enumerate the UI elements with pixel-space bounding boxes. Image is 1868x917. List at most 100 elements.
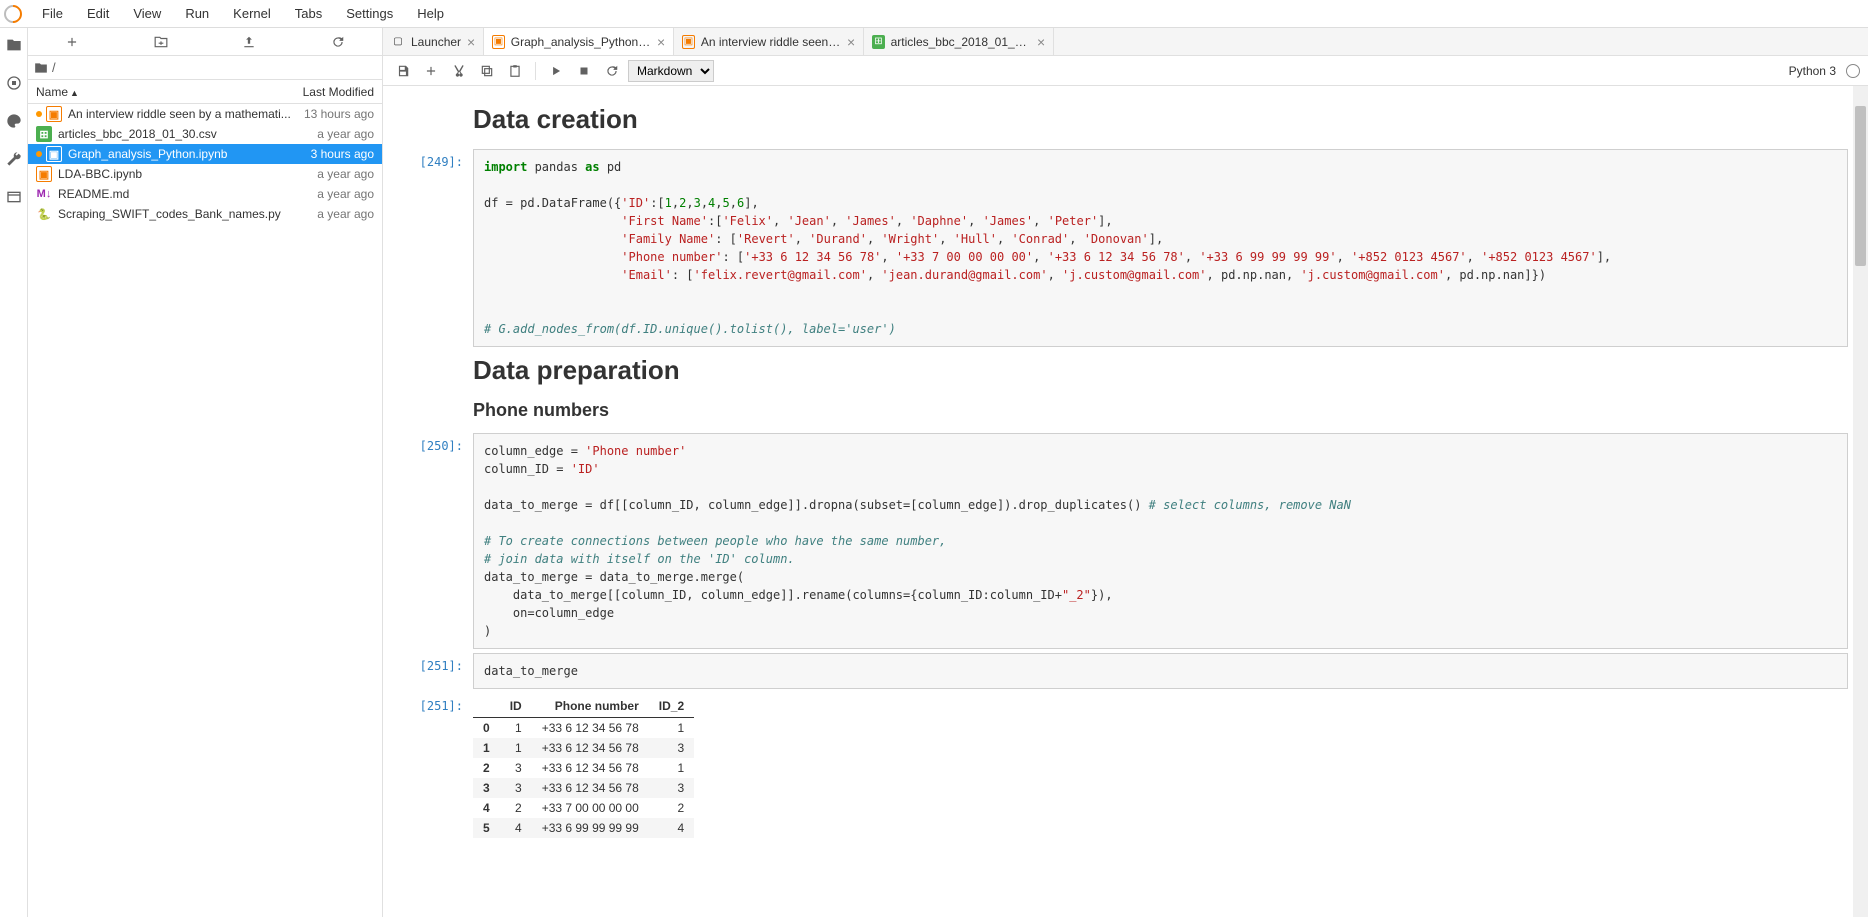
menu-tabs[interactable]: Tabs: [285, 2, 332, 25]
launcher-icon: ▢: [391, 35, 405, 49]
sort-asc-icon: ▲: [70, 88, 79, 98]
heading-data-preparation: Data preparation: [473, 355, 1848, 386]
code-cell[interactable]: [249]: import pandas as pd df = pd.DataF…: [403, 149, 1848, 347]
folder-icon: [34, 61, 48, 75]
code-input[interactable]: import pandas as pd df = pd.DataFrame({'…: [473, 149, 1848, 347]
file-list-header[interactable]: Name▲ Last Modified: [28, 80, 382, 104]
insert-cell-button[interactable]: [419, 59, 443, 83]
menu-view[interactable]: View: [123, 2, 171, 25]
tab[interactable]: ▢ Launcher ×: [383, 28, 484, 55]
table-row: 01+33 6 12 34 56 781: [473, 718, 694, 739]
input-prompt: [250]:: [403, 433, 473, 649]
file-modified: a year ago: [309, 127, 374, 141]
close-icon[interactable]: ×: [847, 34, 855, 50]
file-name: Scraping_SWIFT_codes_Bank_names.py: [58, 207, 309, 221]
interrupt-button[interactable]: [572, 59, 596, 83]
file-modified: 3 hours ago: [303, 147, 374, 161]
menu-help[interactable]: Help: [407, 2, 454, 25]
header-name: Name: [36, 85, 68, 99]
notebook-body[interactable]: Data creation [249]: import pandas as pd…: [383, 86, 1868, 917]
tab-label: Graph_analysis_Python.ipynb: [511, 35, 651, 49]
table-header: ID: [500, 695, 532, 718]
tabs-icon[interactable]: [5, 188, 23, 206]
md-icon: M↓: [36, 186, 52, 202]
upload-button[interactable]: [205, 28, 294, 55]
menu-bar: File Edit View Run Kernel Tabs Settings …: [0, 0, 1868, 28]
kernel-status-icon[interactable]: [1846, 64, 1860, 78]
file-row[interactable]: M↓README.mda year ago: [28, 184, 382, 204]
breadcrumb-root: /: [52, 60, 56, 75]
table-header: Phone number: [532, 695, 649, 718]
table-row: 54+33 6 99 99 99 994: [473, 818, 694, 838]
refresh-button[interactable]: [294, 28, 383, 55]
new-folder-button[interactable]: [117, 28, 206, 55]
notebook-icon: ▣: [682, 35, 695, 49]
table-row: 33+33 6 12 34 56 783: [473, 778, 694, 798]
file-name: README.md: [58, 187, 309, 201]
heading-phone-numbers: Phone numbers: [473, 400, 1848, 421]
close-icon[interactable]: ×: [657, 34, 665, 50]
file-name: An interview riddle seen by a mathemati.…: [68, 107, 296, 121]
scrollbar[interactable]: [1853, 86, 1868, 917]
tab[interactable]: ⊞articles_bbc_2018_01_30.csv×: [864, 28, 1054, 55]
scrollbar-thumb[interactable]: [1855, 106, 1866, 266]
tab[interactable]: ▣ Graph_analysis_Python.ipynb ×: [484, 28, 674, 55]
file-modified: a year ago: [309, 167, 374, 181]
nb-icon: ▣: [46, 106, 62, 122]
code-input[interactable]: data_to_merge: [473, 653, 1848, 689]
close-icon[interactable]: ×: [467, 34, 475, 50]
palette-icon[interactable]: [5, 112, 23, 130]
code-cell[interactable]: [251]: data_to_merge: [403, 653, 1848, 689]
file-name: Graph_analysis_Python.ipynb: [68, 147, 303, 161]
menu-settings[interactable]: Settings: [336, 2, 403, 25]
tab-label: An interview riddle seen by …: [701, 35, 841, 49]
file-row[interactable]: ▣ Graph_analysis_Python.ipynb3 hours ago: [28, 144, 382, 164]
nb-icon: ▣: [46, 146, 62, 162]
output-cell: [251]: IDPhone numberID_201+33 6 12 34 5…: [403, 693, 1848, 838]
cut-button[interactable]: [447, 59, 471, 83]
running-dot-icon: [36, 111, 42, 117]
new-launcher-button[interactable]: [28, 28, 117, 55]
notebook-toolbar: Markdown Python 3: [383, 56, 1868, 86]
file-row[interactable]: ▣ An interview riddle seen by a mathemati…: [28, 104, 382, 124]
file-name: LDA-BBC.ipynb: [58, 167, 309, 181]
running-icon[interactable]: [5, 74, 23, 92]
input-prompt: [251]:: [403, 653, 473, 689]
input-prompt: [249]:: [403, 149, 473, 347]
output-table: IDPhone numberID_201+33 6 12 34 56 78111…: [473, 695, 694, 838]
tab[interactable]: ▣ An interview riddle seen by … ×: [674, 28, 864, 55]
code-input[interactable]: column_edge = 'Phone number' column_ID =…: [473, 433, 1848, 649]
file-name: articles_bbc_2018_01_30.csv: [58, 127, 309, 141]
save-button[interactable]: [391, 59, 415, 83]
code-cell[interactable]: [250]: column_edge = 'Phone number' colu…: [403, 433, 1848, 649]
menu-file[interactable]: File: [32, 2, 73, 25]
file-row[interactable]: 🐍Scraping_SWIFT_codes_Bank_names.pya yea…: [28, 204, 382, 224]
celltype-select[interactable]: Markdown: [628, 60, 714, 82]
table-header: ID_2: [649, 695, 694, 718]
wrench-icon[interactable]: [5, 150, 23, 168]
paste-button[interactable]: [503, 59, 527, 83]
breadcrumb[interactable]: /: [28, 56, 382, 80]
kernel-name[interactable]: Python 3: [1789, 64, 1836, 78]
tab-label: Launcher: [411, 35, 461, 49]
csv-icon: ⊞: [36, 126, 52, 142]
file-modified: a year ago: [309, 207, 374, 221]
csv-icon: ⊞: [872, 35, 884, 49]
copy-button[interactable]: [475, 59, 499, 83]
jupyter-logo: [0, 1, 25, 26]
table-row: 42+33 7 00 00 00 002: [473, 798, 694, 818]
menu-run[interactable]: Run: [175, 2, 219, 25]
notebook-icon: ▣: [492, 35, 505, 49]
file-row[interactable]: ⊞ articles_bbc_2018_01_30.csva year ago: [28, 124, 382, 144]
folder-icon[interactable]: [5, 36, 23, 54]
output-prompt: [251]:: [403, 693, 473, 838]
menu-kernel[interactable]: Kernel: [223, 2, 281, 25]
close-icon[interactable]: ×: [1037, 34, 1045, 50]
file-browser: / Name▲ Last Modified ▣ An interview ridd…: [28, 28, 383, 917]
activity-bar: [0, 28, 28, 917]
run-button[interactable]: [544, 59, 568, 83]
file-row[interactable]: ▣LDA-BBC.ipynba year ago: [28, 164, 382, 184]
table-header: [473, 695, 500, 718]
menu-edit[interactable]: Edit: [77, 2, 119, 25]
restart-button[interactable]: [600, 59, 624, 83]
